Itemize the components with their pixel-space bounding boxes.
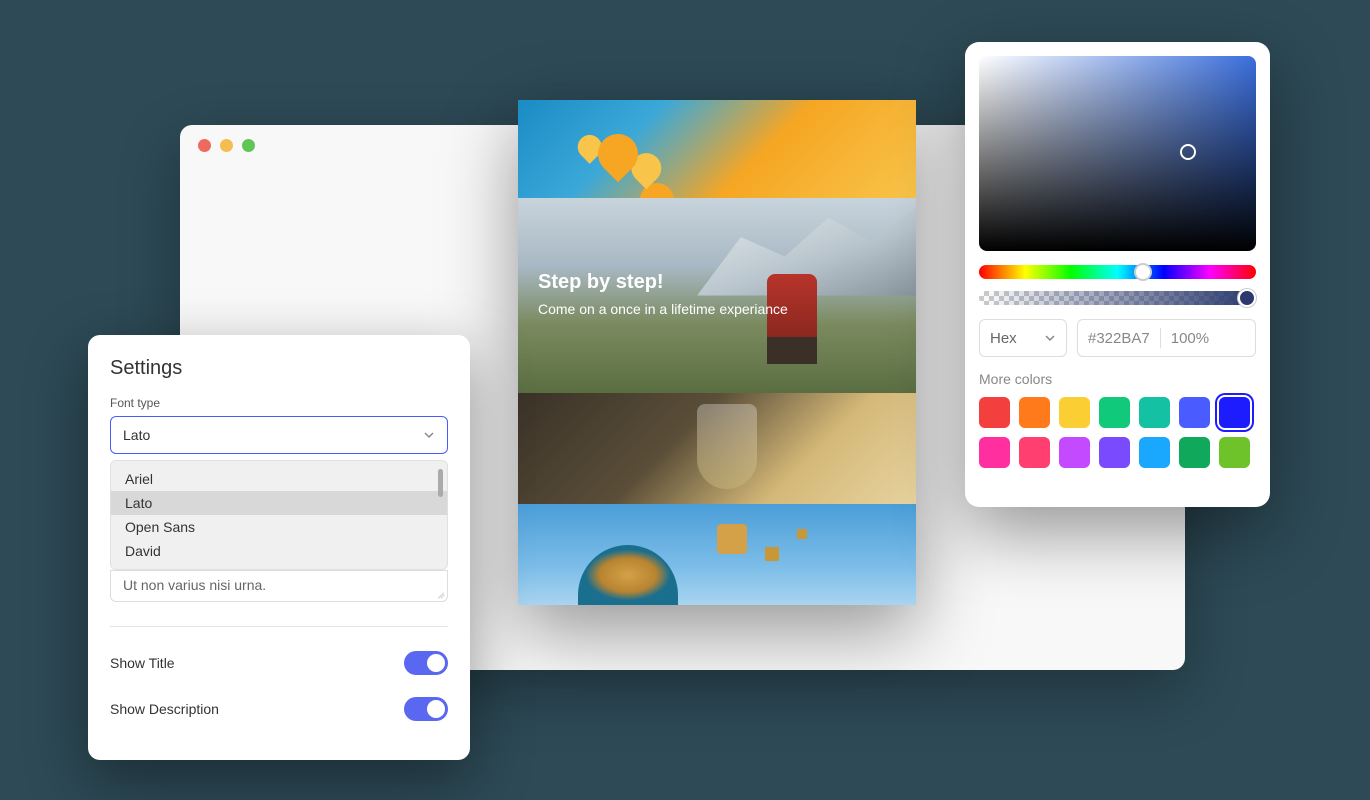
swatch-violet[interactable] [1099, 437, 1130, 468]
swatch-lime[interactable] [1219, 437, 1250, 468]
preview-image-carousel [518, 504, 916, 605]
color-saturation-area[interactable] [979, 56, 1256, 251]
font-type-dropdown: Ariel Lato Open Sans David [110, 460, 448, 570]
font-type-selected-value: Lato [123, 427, 150, 443]
swatch-magenta[interactable] [979, 437, 1010, 468]
chevron-down-icon [1044, 332, 1056, 344]
show-title-row: Show Title [110, 651, 448, 675]
show-title-label: Show Title [110, 655, 175, 671]
window-close-dot[interactable] [198, 139, 211, 152]
swatch-skyblue[interactable] [1139, 437, 1170, 468]
alpha-slider[interactable] [979, 291, 1256, 305]
swatch-emerald[interactable] [1179, 437, 1210, 468]
font-option-ariel[interactable]: Ariel [111, 467, 447, 491]
hex-value: #322BA7 [1088, 330, 1150, 347]
swatch-green[interactable] [1099, 397, 1130, 428]
swatch-purple[interactable] [1059, 437, 1090, 468]
window-minimize-dot[interactable] [220, 139, 233, 152]
show-description-row: Show Description [110, 697, 448, 721]
hue-cursor[interactable] [1134, 263, 1152, 281]
color-picker-panel: Hex #322BA7 100% More colors [965, 42, 1270, 507]
more-colors-label: More colors [979, 371, 1256, 387]
show-description-toggle[interactable] [404, 697, 448, 721]
description-textarea[interactable]: Ut non varius nisi urna. [110, 570, 448, 602]
alpha-cursor[interactable] [1238, 289, 1256, 307]
window-maximize-dot[interactable] [242, 139, 255, 152]
description-textarea-value: Ut non varius nisi urna. [123, 577, 266, 593]
font-type-label: Font type [110, 396, 448, 410]
toggle-knob [427, 654, 445, 672]
preview-image-flowers [518, 100, 916, 198]
color-format-value: Hex [990, 330, 1017, 347]
swatch-indigo[interactable] [1179, 397, 1210, 428]
chevron-down-icon [423, 429, 435, 441]
font-option-lato[interactable]: Lato [111, 491, 447, 515]
swatch-red[interactable] [979, 397, 1010, 428]
swatch-yellow[interactable] [1059, 397, 1090, 428]
swatch-orange[interactable] [1019, 397, 1050, 428]
font-option-david[interactable]: David [111, 539, 447, 563]
swatch-teal[interactable] [1139, 397, 1170, 428]
swatch-blue[interactable] [1219, 397, 1250, 428]
settings-title: Settings [110, 357, 448, 380]
swatch-pink[interactable] [1019, 437, 1050, 468]
preview-image-hiking: Step by step! Come on a once in a lifeti… [518, 198, 916, 393]
preview-overlay-title: Step by step! [538, 271, 896, 294]
divider [110, 626, 448, 627]
preview-overlay-subtitle: Come on a once in a lifetime experiance [538, 300, 896, 320]
hue-slider[interactable] [979, 265, 1256, 279]
opacity-value: 100% [1171, 330, 1209, 347]
color-inputs-row: Hex #322BA7 100% [979, 319, 1256, 357]
resize-handle-icon[interactable] [435, 589, 445, 599]
show-title-toggle[interactable] [404, 651, 448, 675]
color-format-select[interactable]: Hex [979, 319, 1067, 357]
dropdown-scrollbar[interactable] [438, 469, 443, 497]
color-cursor[interactable] [1180, 144, 1196, 160]
input-separator [1160, 328, 1161, 348]
alpha-overlay [979, 291, 1256, 305]
font-type-select[interactable]: Lato [110, 416, 448, 454]
settings-panel: Settings Font type Lato Ariel Lato Open … [88, 335, 470, 760]
hex-input[interactable]: #322BA7 100% [1077, 319, 1256, 357]
show-description-label: Show Description [110, 701, 219, 717]
color-swatches [979, 397, 1256, 468]
image-preview-stack: Step by step! Come on a once in a lifeti… [518, 100, 916, 605]
toggle-knob [427, 700, 445, 718]
preview-image-toast [518, 393, 916, 504]
font-option-open-sans[interactable]: Open Sans [111, 515, 447, 539]
